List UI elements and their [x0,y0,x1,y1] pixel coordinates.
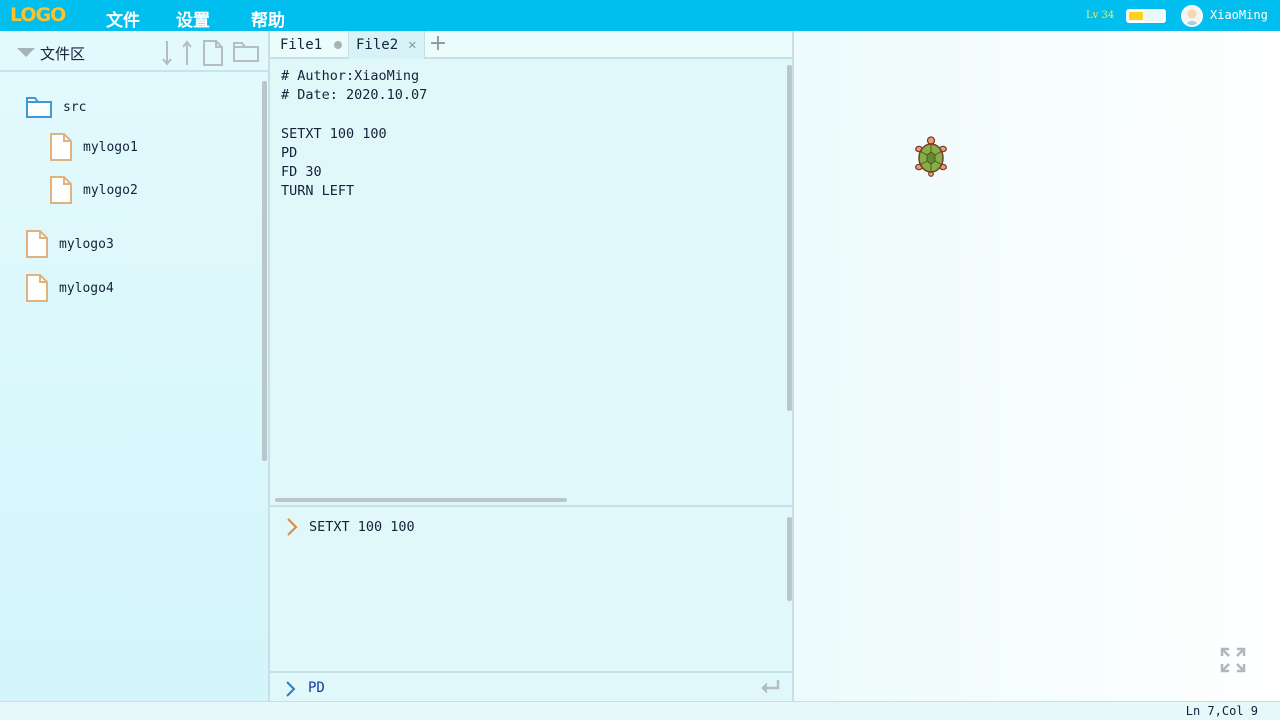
tree-label: mylogo1 [83,139,138,155]
code-editor-panel: File1 File2 ✕ + # Author:XiaoMing # Date… [270,31,794,701]
editor-horizontal-scrollbar[interactable] [275,498,567,502]
tree-file-mylogo3[interactable]: mylogo3 [25,229,114,259]
top-bar: LOGO 文件 设置 帮助 Lv 34 XiaoMing [0,0,1280,31]
editor-vertical-scrollbar[interactable] [787,65,792,411]
menu-settings[interactable]: 设置 [176,6,210,31]
cursor-position: Ln 7,Col 9 [1185,704,1258,718]
sidebar-header: 文件区 [0,31,268,72]
code-text[interactable]: # Author:XiaoMing # Date: 2020.10.07 SET… [281,67,427,201]
command-input[interactable] [308,677,748,699]
editor-tabs: File1 File2 ✕ + [270,31,792,59]
tree-folder-src[interactable]: src [25,95,86,119]
tree-file-mylogo1[interactable]: mylogo1 [49,132,138,162]
prompt-chevron-icon [286,681,296,697]
file-icon [26,230,48,258]
tab-label: File1 [280,37,323,53]
new-file-icon[interactable] [202,39,224,67]
tab-file1[interactable]: File1 [270,31,349,59]
console-output: SETXT 100 100 [270,505,792,671]
status-bar: Ln 7,Col 9 [0,701,1280,720]
tree-label: mylogo2 [83,182,138,198]
console-scrollbar[interactable] [787,517,792,601]
unsaved-dot-icon [334,41,343,49]
add-tab-button[interactable]: + [425,33,451,57]
app-logo: LOGO [10,4,66,26]
console-line: SETXT 100 100 [285,517,415,537]
fullscreen-expand-icon[interactable] [1220,647,1246,673]
file-icon [26,274,48,302]
tab-file2[interactable]: File2 ✕ [349,31,425,59]
console-text: SETXT 100 100 [309,519,415,535]
sidebar-scrollbar[interactable] [262,81,267,461]
sort-down-icon[interactable] [160,39,174,67]
file-icon [50,176,72,204]
enter-icon[interactable] [759,679,781,695]
file-sidebar: 文件区 src mylogo1 mylogo2 mylogo3 mylogo4 [0,31,270,701]
drawing-canvas[interactable] [794,31,1280,701]
turtle-icon [915,136,947,177]
tree-file-mylogo2[interactable]: mylogo2 [49,175,138,205]
progress-battery [1126,9,1166,23]
tree-label: mylogo3 [59,236,114,252]
menu-file[interactable]: 文件 [106,6,140,31]
folder-icon [26,97,52,118]
menu-help[interactable]: 帮助 [251,6,285,31]
tab-label: File2 [356,37,399,53]
avatar-icon [1185,9,1199,25]
close-tab-icon[interactable]: ✕ [408,37,416,53]
progress-battery-fill [1129,12,1143,20]
avatar[interactable] [1181,5,1203,27]
user-level: Lv 34 [1086,10,1115,21]
tree-file-mylogo4[interactable]: mylogo4 [25,273,114,303]
collapse-caret-icon[interactable] [17,48,35,57]
tree-label: src [63,99,87,115]
file-icon [50,133,72,161]
sidebar-title: 文件区 [40,45,86,63]
sort-up-icon[interactable] [180,39,194,67]
username[interactable]: XiaoMing [1210,8,1268,22]
command-input-row [270,671,792,701]
tree-label: mylogo4 [59,280,114,296]
new-folder-icon[interactable] [232,39,260,63]
chevron-right-icon [287,518,298,536]
